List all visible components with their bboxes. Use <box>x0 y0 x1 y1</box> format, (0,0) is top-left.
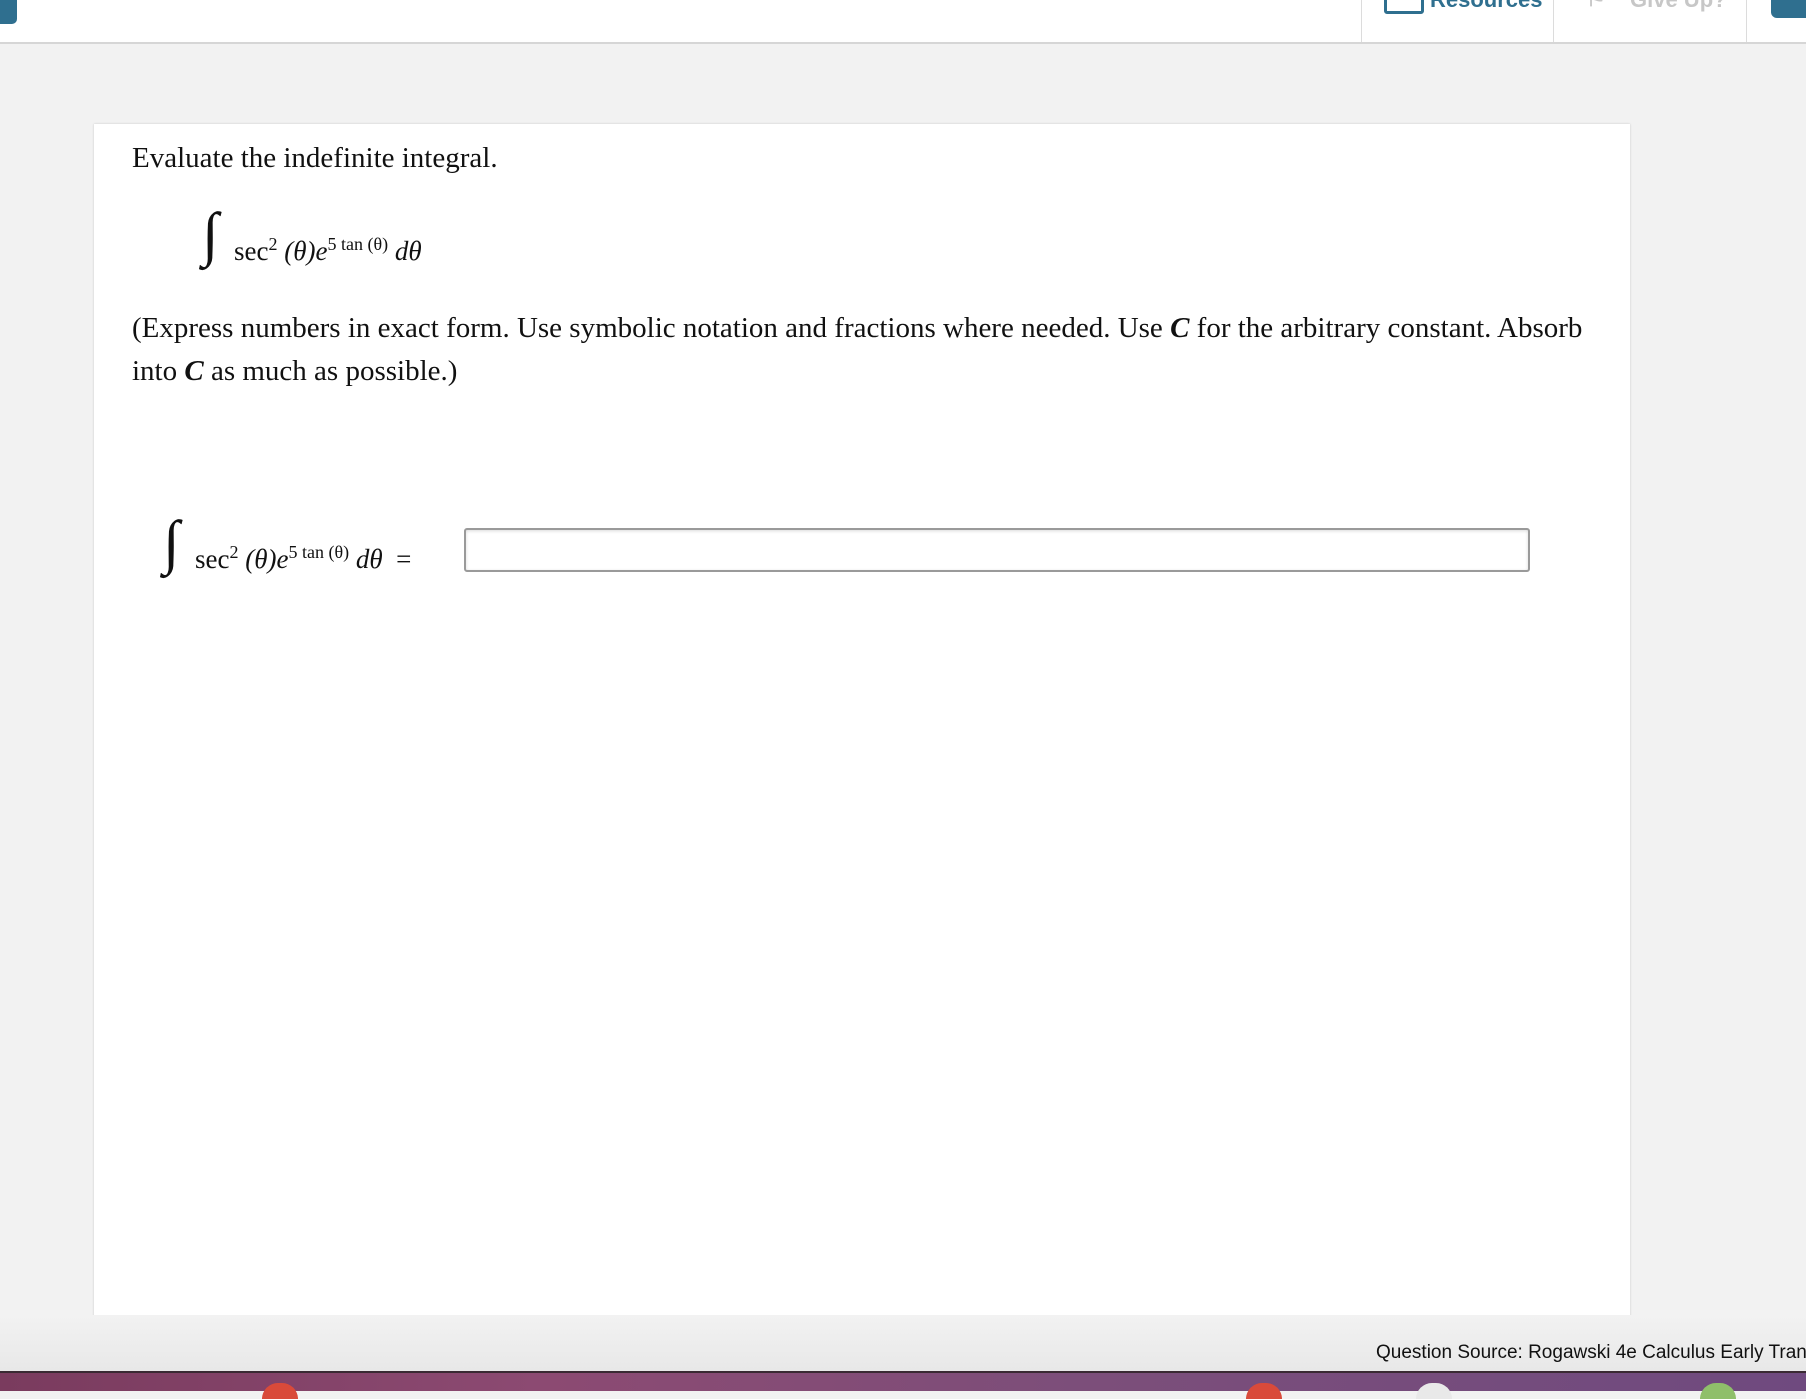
exponent: 5 tan (θ) <box>327 234 389 254</box>
func-power: 2 <box>268 234 278 254</box>
integrand: sec2 (θ)e5 tan (θ) dθ <box>234 234 422 267</box>
resources-label: Resources <box>1430 0 1543 13</box>
exponent: 5 tan (θ) <box>288 542 350 562</box>
answer-integrand: sec2 (θ)e5 tan (θ) dθ = <box>195 542 411 575</box>
instructions-part1: (Express numbers in exact form. Use symb… <box>132 312 1171 344</box>
dock-app-icon[interactable] <box>1246 1383 1282 1399</box>
constant-c: C <box>1170 312 1190 344</box>
menu-tab-button[interactable] <box>0 0 17 24</box>
toolbar-right-button[interactable] <box>1771 0 1806 18</box>
top-toolbar: Resources ⚐ Give Up? <box>0 0 1806 44</box>
func-name: sec <box>234 236 269 266</box>
differential: dθ <box>355 544 383 574</box>
constant-c-2: C <box>184 355 204 387</box>
question-prompt: Evaluate the indefinite integral. <box>132 142 498 174</box>
instructions-part3: as much as possible.) <box>203 355 458 387</box>
book-icon <box>1384 0 1424 14</box>
integral-sign-icon: ∫ <box>163 509 180 575</box>
func-arg: (θ) <box>284 236 316 266</box>
integral-sign-icon: ∫ <box>202 201 219 267</box>
func-arg: (θ) <box>245 544 277 574</box>
func-power: 2 <box>229 542 239 562</box>
dock-app-icon[interactable] <box>262 1383 298 1399</box>
differential: dθ <box>394 236 422 266</box>
resources-button[interactable]: Resources <box>1361 0 1553 42</box>
toolbar-right-area <box>1746 0 1806 42</box>
flag-icon: ⚐ <box>1586 0 1606 12</box>
question-source: Question Source: Rogawski 4e Calculus Ea… <box>1376 1342 1806 1363</box>
instructions-text: (Express numbers in exact form. Use symb… <box>132 307 1602 393</box>
question-card: Evaluate the indefinite integral. ∫ sec2… <box>94 124 1630 1320</box>
exp-base: e <box>276 544 289 574</box>
equals-sign: = <box>396 544 412 574</box>
dock-app-icon[interactable] <box>1700 1383 1736 1399</box>
dock-app-icon[interactable] <box>1416 1383 1452 1399</box>
exp-base: e <box>315 236 328 266</box>
answer-input[interactable] <box>464 528 1530 572</box>
give-up-button[interactable]: ⚐ Give Up? <box>1553 0 1746 42</box>
func-name: sec <box>195 544 230 574</box>
give-up-label: Give Up? <box>1630 0 1727 13</box>
desktop-dock <box>0 1371 1806 1399</box>
